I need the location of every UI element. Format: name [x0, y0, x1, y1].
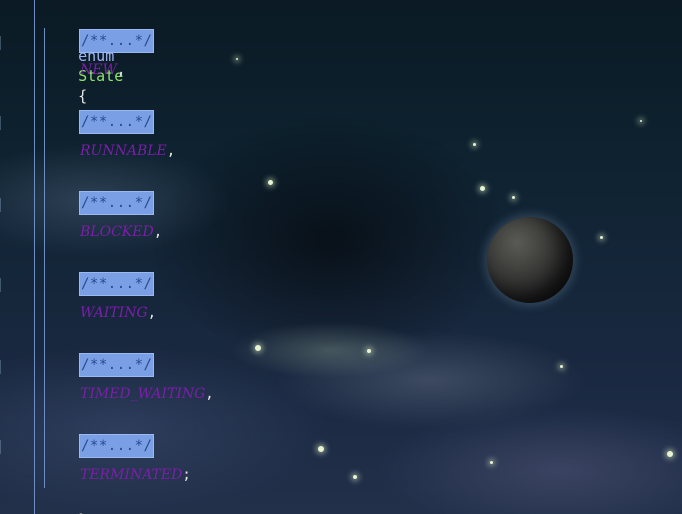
separator: ,: [166, 143, 176, 159]
code-editor[interactable]: public enum State { /**...*/ NEW, /**...…: [34, 0, 675, 514]
folded-javadoc-comment[interactable]: /**...*/: [79, 191, 155, 215]
fold-marker: [0, 278, 5, 292]
enum-constant-line[interactable]: TIMED_WAITING,: [80, 384, 214, 404]
indent-guide: [44, 28, 45, 488]
enum-constant-line[interactable]: WAITING,: [80, 303, 156, 323]
enum-constant-name: RUNNABLE: [80, 143, 167, 159]
enum-constant-name: TERMINATED: [80, 467, 183, 483]
separator: ,: [205, 386, 214, 402]
separator: ,: [153, 224, 163, 240]
separator: ,: [147, 305, 157, 321]
fold-marker: [0, 360, 5, 374]
folded-javadoc-comment[interactable]: /**...*/: [79, 272, 155, 296]
folded-javadoc-comment[interactable]: /**...*/: [79, 434, 155, 458]
enum-constant-name: TIMED_WAITING: [80, 386, 206, 402]
separator: ;: [182, 467, 191, 483]
enum-constant-line[interactable]: BLOCKED,: [80, 222, 162, 242]
separator: ,: [116, 62, 126, 78]
fold-marker: [0, 198, 5, 212]
enum-constant-name: WAITING: [80, 305, 148, 321]
enum-constant-line[interactable]: TERMINATED;: [80, 465, 191, 485]
enum-declaration-line[interactable]: public enum State {: [42, 6, 132, 105]
folded-javadoc-comment[interactable]: /**...*/: [79, 353, 155, 377]
enum-constant-line[interactable]: NEW,: [80, 60, 125, 80]
fold-marker: [0, 440, 5, 454]
closing-brace-line[interactable]: }: [42, 490, 87, 514]
folded-javadoc-comment[interactable]: /**...*/: [79, 110, 155, 134]
fold-marker: [0, 36, 5, 50]
open-brace: {: [78, 87, 88, 105]
enum-constant-name: NEW: [80, 62, 117, 78]
folded-javadoc-comment[interactable]: /**...*/: [79, 29, 155, 53]
enum-constant-name: BLOCKED: [80, 224, 154, 240]
enum-constant-line[interactable]: RUNNABLE,: [80, 141, 175, 161]
fold-marker: [0, 116, 5, 130]
editor-gutter: [0, 0, 34, 514]
